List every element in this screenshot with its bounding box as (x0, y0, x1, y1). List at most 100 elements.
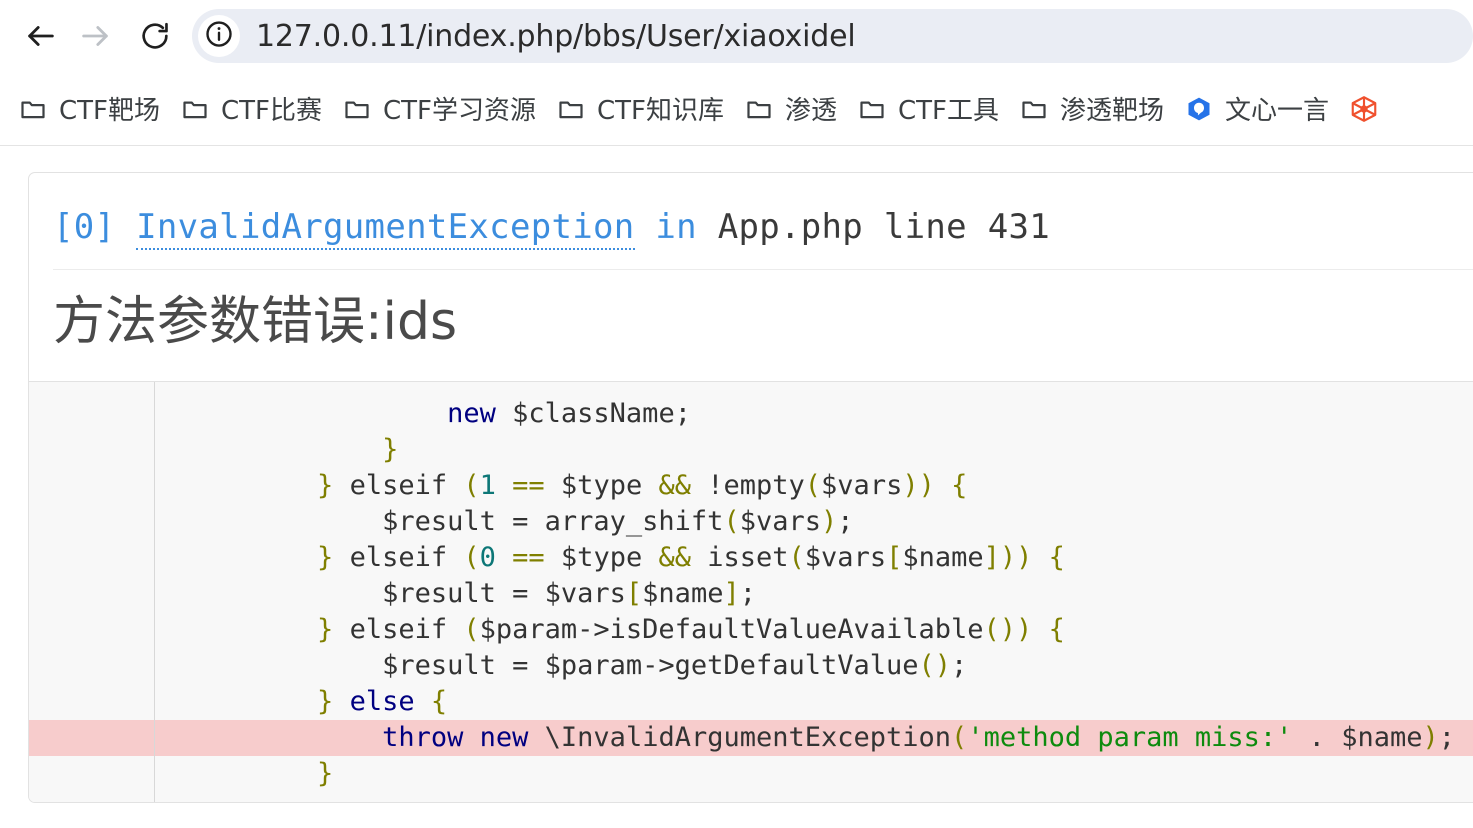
folder-icon (18, 94, 48, 124)
code-line: } elseif ($param->isDefaultValueAvailabl… (29, 612, 1473, 648)
code-token: $param->isDefaultValueAvailable (479, 614, 984, 646)
code-token: elseif (333, 470, 464, 502)
folder-icon (1019, 94, 1049, 124)
bookmark-label: 渗透 (785, 96, 838, 126)
info-circle-icon (204, 19, 234, 54)
code-token: ; (951, 650, 968, 682)
exception-header: [0] InvalidArgumentException in App.php … (29, 173, 1473, 269)
code-token: $type (544, 542, 659, 574)
code-token: && (658, 542, 691, 574)
bookmark-ctf-knowledge-base[interactable]: CTF知识库 (546, 83, 734, 135)
bookmark-ctf-tools[interactable]: CTF工具 (847, 83, 1009, 135)
code-token: isset (690, 542, 789, 574)
code-token: new (447, 398, 496, 430)
code-line: $result = array_shift($vars); (29, 504, 1473, 540)
bookmark-ctf-target-range[interactable]: CTF靶场 (8, 83, 170, 135)
code-gutter-divider (154, 382, 155, 803)
code-token: ; (837, 506, 854, 538)
bookmark-penetration[interactable]: 渗透 (734, 83, 847, 135)
site-info-button[interactable] (198, 15, 240, 57)
bookmark-ctf-competition[interactable]: CTF比赛 (170, 83, 332, 135)
exception-file: App.php (717, 207, 864, 247)
code-line: } else { (29, 684, 1473, 720)
code-token: && (658, 470, 691, 502)
bookmark-penetration-target-range[interactable]: 渗透靶场 (1009, 83, 1174, 135)
code-token: ])) (983, 542, 1033, 574)
code-token: $className (512, 398, 675, 430)
bookmark-label: 渗透靶场 (1060, 96, 1165, 126)
browser-toolbar: 127.0.0.11/index.php/bbs/User/xiaoxidel (0, 0, 1473, 72)
code-line: $result = $vars[$name]; (29, 576, 1473, 612)
code-token: ( (951, 722, 968, 754)
code-token: $result = $param->getDefaultValue (187, 650, 919, 682)
code-token: $vars (804, 542, 887, 574)
code-token: elseif (333, 614, 464, 646)
code-token: ( (723, 506, 740, 538)
code-token: == (512, 470, 545, 502)
bookmark-label: CTF比赛 (221, 96, 322, 126)
code-token: throw (382, 722, 464, 754)
code-token: )) (902, 470, 935, 502)
browser-chrome: 127.0.0.11/index.php/bbs/User/xiaoxidel … (0, 0, 1473, 146)
code-token: $name (902, 542, 984, 574)
code-token: $result = $vars (187, 578, 626, 610)
bookmark-hexagon-site[interactable] (1339, 83, 1390, 135)
reload-button[interactable] (128, 9, 182, 63)
bookmark-label: CTF靶场 (59, 96, 160, 126)
code-token: } (317, 542, 334, 574)
code-line: } elseif (1 == $type && !empty($vars)) { (29, 468, 1473, 504)
code-token: { (430, 686, 448, 718)
code-token: ) (820, 506, 838, 538)
code-line: } (29, 756, 1473, 792)
code-token: $vars (821, 470, 903, 502)
bookmark-ctf-learning-resources[interactable]: CTF学习资源 (332, 83, 546, 135)
code-token: ; (739, 578, 756, 610)
code-token: } (317, 614, 334, 646)
code-line: } elseif (0 == $type && isset($vars[$nam… (29, 540, 1473, 576)
exception-class-link[interactable]: InvalidArgumentException (136, 207, 635, 250)
code-token: 0 (479, 542, 496, 574)
code-token: ( (463, 470, 480, 502)
code-line-highlighted: throw new \InvalidArgumentException('met… (29, 720, 1473, 757)
code-token: ( (788, 542, 805, 574)
code-token: else (349, 686, 415, 718)
address-bar[interactable]: 127.0.0.11/index.php/bbs/User/xiaoxidel (192, 9, 1473, 63)
folder-icon (342, 94, 372, 124)
back-button[interactable] (14, 9, 68, 63)
code-token: ] (723, 578, 740, 610)
forward-arrow-icon (78, 19, 112, 53)
exception-index: [0] (53, 207, 116, 247)
code-token: [ (886, 542, 903, 574)
code-lines: new $className; } } elseif (1 == $type &… (29, 396, 1473, 792)
code-token: . $name (1292, 722, 1423, 754)
code-token: $result = array_shift (187, 506, 724, 538)
hexagon-red-icon (1349, 94, 1379, 124)
url-text[interactable]: 127.0.0.11/index.php/bbs/User/xiaoxidel (256, 19, 855, 54)
code-token: } (317, 470, 334, 502)
code-line: new $className; (29, 396, 1473, 432)
reload-icon (139, 20, 171, 52)
code-token: ; (1438, 722, 1455, 754)
exception-in-word: in (655, 207, 697, 247)
code-token: == (512, 542, 545, 574)
code-token: ) (1422, 722, 1439, 754)
code-token: { (1048, 614, 1065, 646)
code-token: new (479, 722, 529, 754)
code-block: new $className; } } elseif (1 == $type &… (29, 381, 1473, 803)
code-token: \InvalidArgumentException (528, 722, 952, 754)
bookmark-ernie-bot[interactable]: 文心一言 (1174, 83, 1339, 135)
code-token: } (382, 434, 399, 466)
code-token: elseif (333, 542, 464, 574)
exception-line-number: 431 (987, 207, 1051, 247)
code-token: 'method param miss:' (967, 722, 1293, 754)
